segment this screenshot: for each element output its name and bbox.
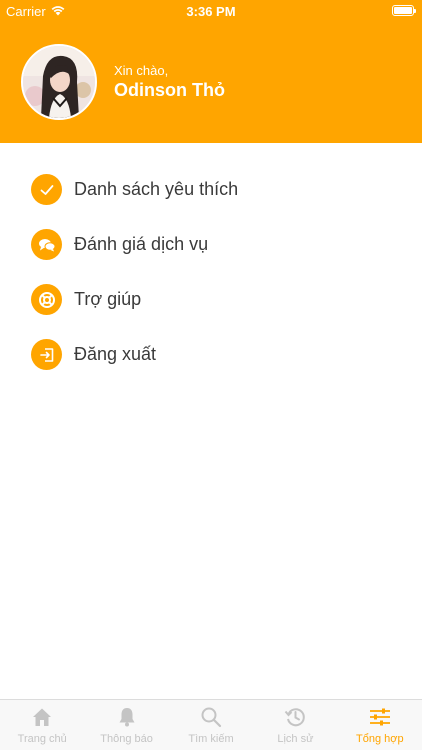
menu-item-label: Trợ giúp <box>74 289 142 309</box>
tab-search[interactable]: Tìm kiếm <box>169 700 253 750</box>
tab-label: Trang chủ <box>17 733 67 745</box>
menu-item-label: Danh sách yêu thích <box>74 179 239 199</box>
tab-bar: Trang chủ Thông báo Tìm kiếm Lịch sử Tổn… <box>0 699 422 750</box>
menu-item-label: Đánh giá dịch vụ <box>74 234 209 254</box>
tab-label: Tìm kiếm <box>188 733 234 745</box>
menu-item-rate-service[interactable]: Đánh giá dịch vụ <box>0 217 422 272</box>
search-icon <box>199 705 223 729</box>
bell-icon <box>115 705 139 729</box>
tab-home[interactable]: Trang chủ <box>0 700 84 750</box>
tab-label: Tổng hợp <box>356 733 404 745</box>
lifebuoy-icon <box>31 284 62 315</box>
menu-list: Danh sách yêu thích Đánh giá dịch vụ Trợ… <box>0 162 422 382</box>
status-time: 3:36 PM <box>186 4 236 19</box>
check-icon <box>31 174 62 205</box>
tab-notifications[interactable]: Thông báo <box>84 700 168 750</box>
battery-icon <box>392 5 416 16</box>
status-bar: Carrier 3:36 PM <box>0 0 422 22</box>
chat-icon <box>31 229 62 260</box>
tab-history[interactable]: Lịch sử <box>253 700 337 750</box>
sliders-icon <box>368 705 392 729</box>
greeting-text: Xin chào, <box>114 63 169 78</box>
menu-item-label: Đăng xuất <box>74 344 157 364</box>
home-icon <box>30 705 54 729</box>
tab-summary[interactable]: Tổng hợp <box>338 700 422 750</box>
avatar-photo <box>23 46 95 118</box>
tab-label: Thông báo <box>100 733 153 745</box>
user-name: Odinson Thỏ <box>114 80 225 100</box>
profile-header: Carrier 3:36 PM Xin chào, Odinson Thỏ <box>0 0 422 143</box>
avatar[interactable] <box>21 44 97 120</box>
tab-label: Lịch sử <box>277 733 314 745</box>
logout-icon <box>31 339 62 370</box>
menu-item-favorites[interactable]: Danh sách yêu thích <box>0 162 422 217</box>
menu-item-logout[interactable]: Đăng xuất <box>0 327 422 382</box>
history-icon <box>283 705 307 729</box>
menu-item-help[interactable]: Trợ giúp <box>0 272 422 327</box>
